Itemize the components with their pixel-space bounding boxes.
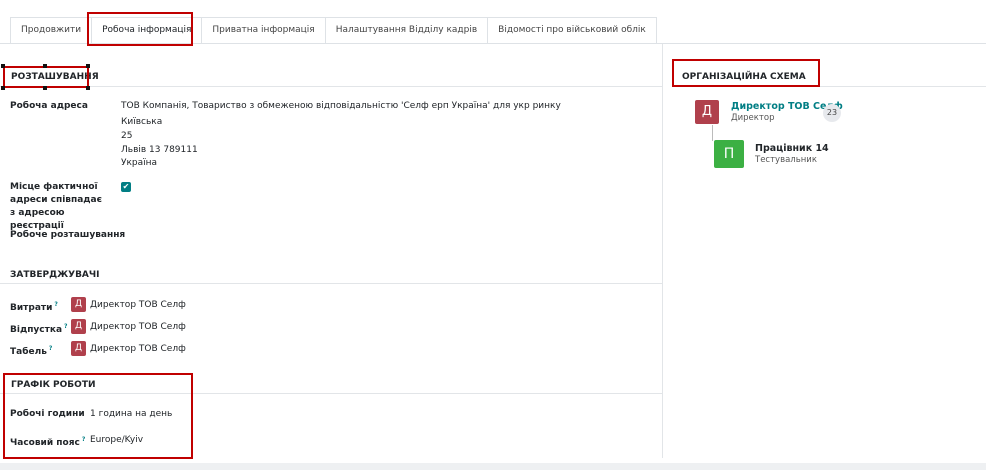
schedule-section-title: ГРАФІК РОБОТИ bbox=[11, 380, 96, 390]
org-connector-line bbox=[712, 125, 713, 141]
subordinates-count-badge[interactable]: 23 bbox=[823, 104, 841, 122]
schedule-divider bbox=[0, 393, 662, 394]
tab-private-information[interactable]: Приватна інформація bbox=[201, 17, 325, 44]
tabs-divider bbox=[0, 43, 986, 44]
address-line-country: Україна bbox=[121, 158, 158, 168]
approver-name: Директор ТОВ Селф bbox=[90, 321, 186, 332]
work-location-label: Робоче розташування bbox=[10, 230, 126, 240]
selection-handle bbox=[1, 86, 5, 90]
avatar: Д bbox=[71, 341, 86, 356]
timeoff-approver[interactable]: Д Директор ТОВ Селф bbox=[71, 319, 186, 334]
work-location-field[interactable] bbox=[121, 229, 321, 242]
org-employee-node: П Працівник 14 Тестувальник bbox=[714, 140, 829, 168]
timesheet-approver-label: Табель? bbox=[10, 345, 53, 357]
address-line-company[interactable]: ТОВ Компанія, Товариство з обмеженою від… bbox=[121, 100, 561, 114]
bottom-scroll-area bbox=[0, 463, 986, 470]
check-icon: ✔ bbox=[122, 182, 130, 191]
address-line-city-zip: Львів 13 789111 bbox=[121, 145, 198, 155]
same-address-checkbox[interactable]: ✔ bbox=[121, 182, 131, 192]
expenses-approver[interactable]: Д Директор ТОВ Селф bbox=[71, 297, 186, 312]
approver-name: Директор ТОВ Селф bbox=[90, 299, 186, 310]
tab-continue[interactable]: Продовжити bbox=[10, 17, 92, 44]
help-icon[interactable]: ? bbox=[49, 345, 52, 352]
address-line-building: 25 bbox=[121, 131, 133, 141]
column-separator bbox=[662, 44, 663, 458]
tab-work-information[interactable]: Робоча інформація bbox=[91, 17, 202, 44]
help-icon[interactable]: ? bbox=[64, 323, 67, 330]
help-icon[interactable]: ? bbox=[54, 301, 57, 308]
location-divider bbox=[0, 86, 662, 87]
timezone-label: Часовий пояс? bbox=[10, 436, 86, 448]
working-hours-field[interactable]: 1 година на день bbox=[90, 408, 172, 422]
avatar: П bbox=[714, 140, 744, 168]
approver-name: Директор ТОВ Селф bbox=[90, 343, 186, 354]
same-address-label: Місце фактичної адреси співпадає з адрес… bbox=[10, 182, 102, 231]
employee-job: Тестувальник bbox=[755, 155, 817, 165]
location-section-title: РОЗТАШУВАННЯ bbox=[11, 72, 99, 82]
timesheet-approver[interactable]: Д Директор ТОВ Селф bbox=[71, 341, 186, 356]
expenses-approver-label: Витрати? bbox=[10, 301, 58, 313]
approvers-divider bbox=[0, 283, 662, 284]
tab-military-records[interactable]: Відомості про військовий облік bbox=[487, 17, 657, 44]
avatar: Д bbox=[71, 319, 86, 334]
working-hours-label: Робочі години bbox=[10, 409, 85, 419]
selection-handle bbox=[1, 64, 5, 68]
address-line-street: Київська bbox=[121, 117, 163, 127]
help-icon[interactable]: ? bbox=[82, 436, 85, 443]
work-address-label: Робоча адреса bbox=[10, 101, 88, 111]
approvers-section-title: ЗАТВЕРДЖУВАЧІ bbox=[10, 270, 100, 280]
selection-handle bbox=[86, 86, 90, 90]
avatar: Д bbox=[695, 100, 719, 124]
employee-name: Працівник 14 bbox=[755, 143, 829, 154]
org-chart-title: ОРГАНІЗАЦІЙНА СХЕМА bbox=[682, 72, 806, 82]
selection-handle bbox=[86, 64, 90, 68]
org-chart-divider bbox=[672, 86, 986, 87]
selection-handle bbox=[43, 64, 47, 68]
timezone-field[interactable]: Europe/Kyiv bbox=[90, 434, 143, 448]
tab-hr-settings[interactable]: Налаштування Відділу кадрів bbox=[324, 17, 488, 44]
timeoff-approver-label: Відпустка? bbox=[10, 323, 68, 335]
avatar: Д bbox=[71, 297, 86, 312]
notebook-tabs: Продовжити Робоча інформація Приватна ін… bbox=[10, 17, 657, 44]
org-manager-node[interactable]: Д Директор ТОВ Селф Директор bbox=[695, 100, 843, 124]
selection-handle bbox=[43, 86, 47, 90]
